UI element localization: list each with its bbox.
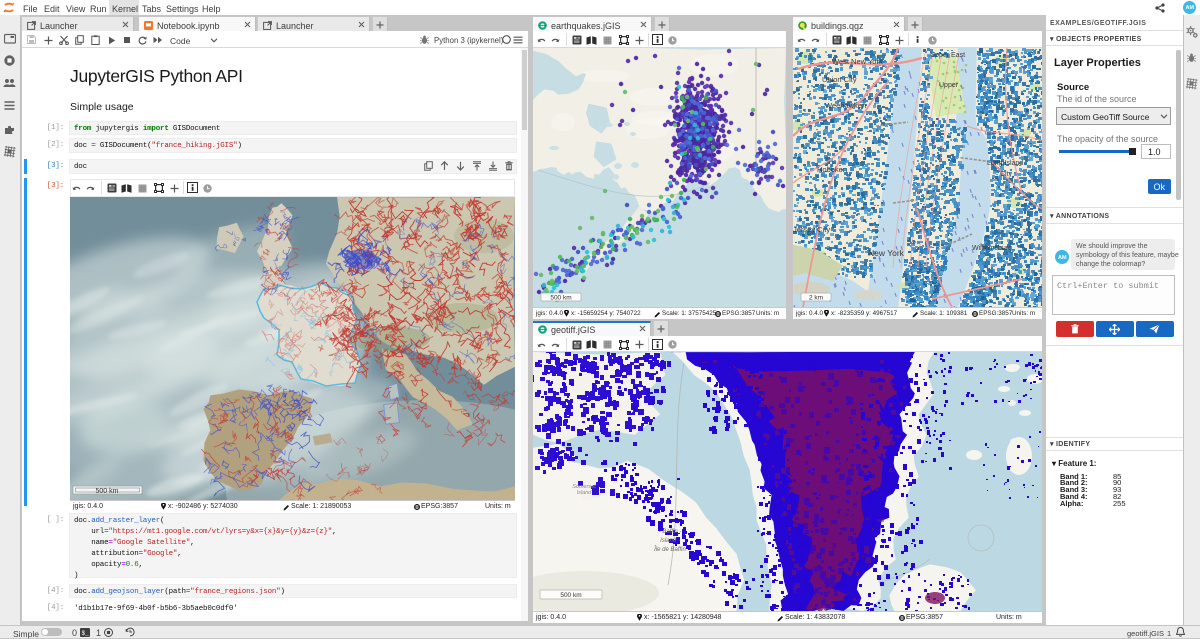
svg-text:Long Island: Long Island [987, 160, 1023, 167]
svg-text:Hoboken: Hoboken [817, 165, 847, 174]
svg-text:- Baffin -: - Baffin - [659, 529, 682, 535]
svg-text:Upper: Upper [939, 82, 959, 89]
svg-text:2 km: 2 km [809, 295, 823, 302]
svg-text:Williamsburg: Williamsburg [972, 245, 1012, 252]
svg-text:New York: New York [868, 248, 905, 258]
svg-text:West New York: West New York [832, 57, 883, 66]
svg-text:500 km: 500 km [96, 488, 119, 495]
svg-text:Weehawken: Weehawken [825, 101, 866, 110]
svg-text:$_: $_ [82, 629, 90, 636]
svg-text:500 km: 500 km [550, 295, 571, 302]
svg-text:500 km: 500 km [560, 592, 581, 599]
svg-text:City: City [1000, 171, 1013, 178]
svg-text:Island -: Island - [660, 538, 680, 544]
svg-text:Jersey City: Jersey City [793, 225, 830, 234]
svg-text:Upper East: Upper East [930, 52, 965, 59]
svg-text:Union City: Union City [822, 75, 857, 84]
svg-text:Île de Baffin: Île de Baffin [654, 546, 686, 553]
svg-text:Island: Island [577, 490, 593, 496]
